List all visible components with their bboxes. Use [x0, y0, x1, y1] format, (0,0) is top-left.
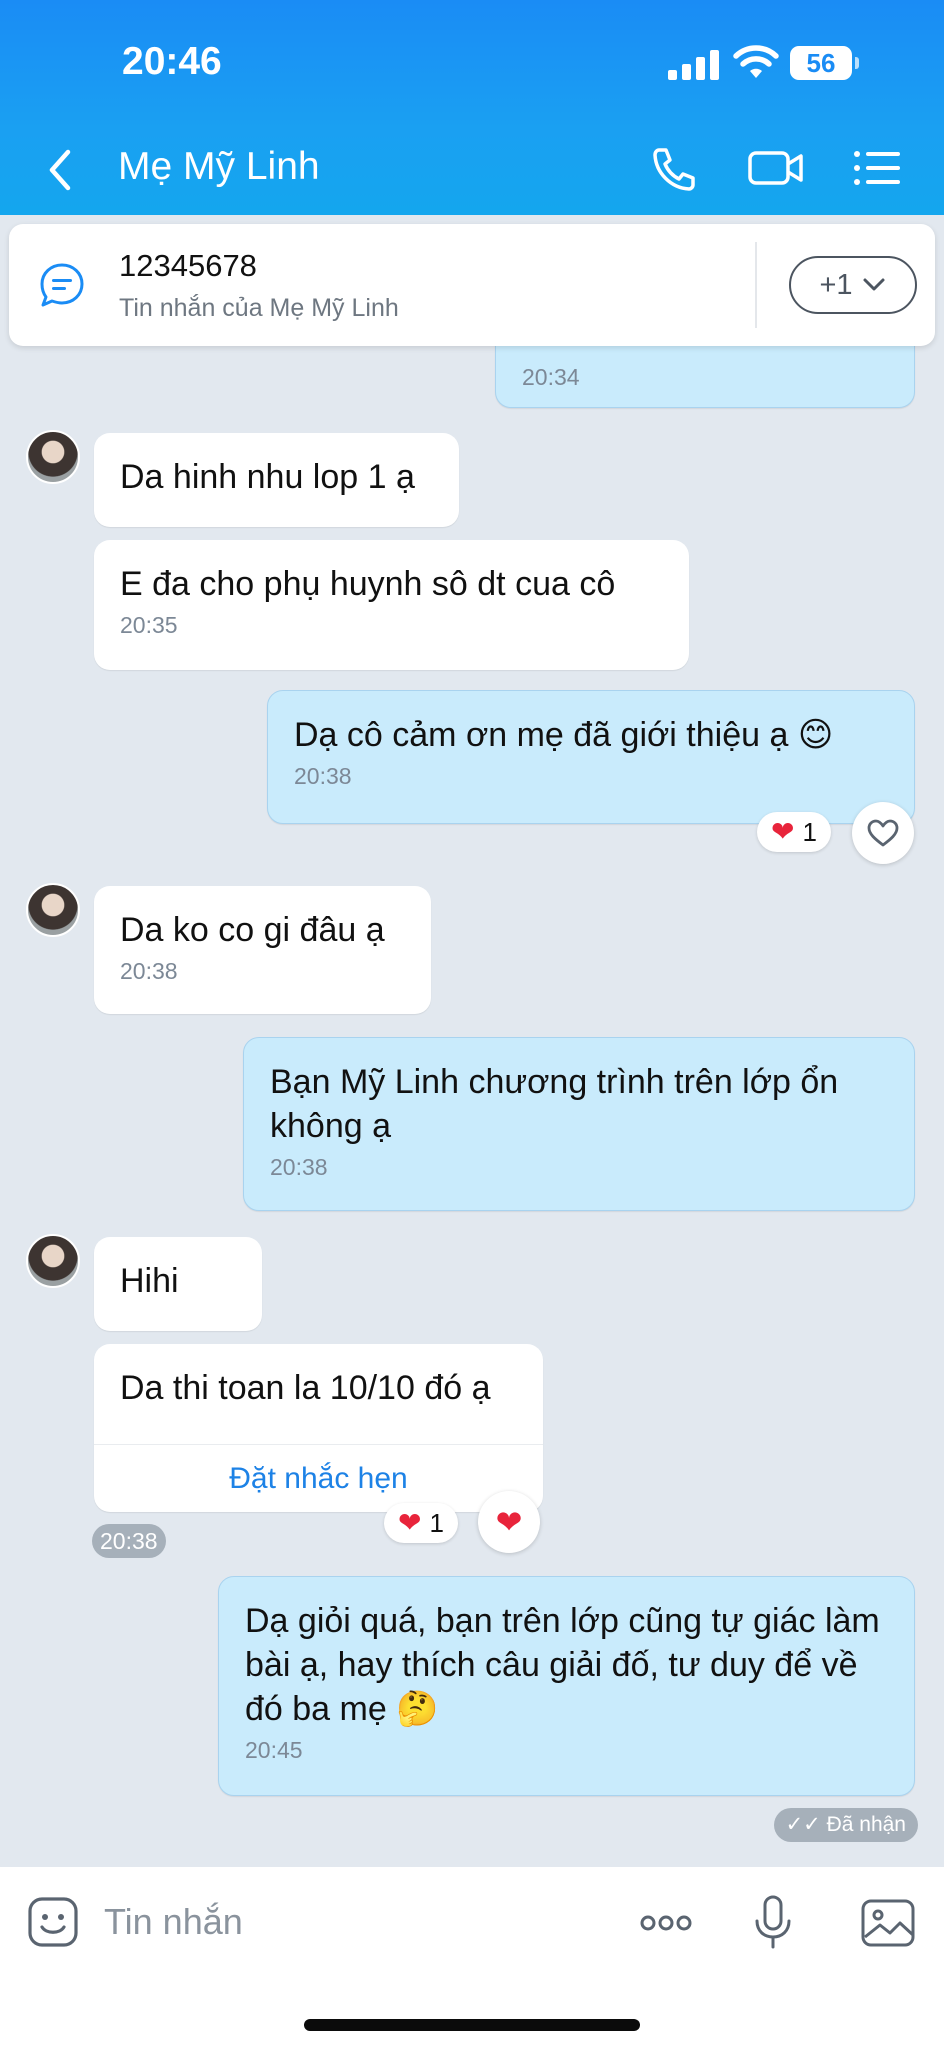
- chevron-down-icon: [863, 278, 885, 291]
- menu-list-icon[interactable]: [848, 140, 908, 196]
- message-bubble-incoming[interactable]: Da hinh nhu lop 1 ạ: [94, 433, 459, 527]
- avatar[interactable]: [26, 430, 80, 484]
- message-text: Bạn Mỹ Linh chương trình trên lớp ổn khô…: [270, 1063, 839, 1145]
- message-input[interactable]: [104, 1891, 604, 1953]
- react-button[interactable]: [852, 802, 914, 864]
- delivery-status-label: Đã nhận: [826, 1813, 906, 1836]
- message-bubble-outgoing[interactable]: Bạn Mỹ Linh chương trình trên lớp ổn khô…: [243, 1037, 915, 1211]
- message-bubble-incoming[interactable]: Hihi: [94, 1237, 262, 1331]
- message-bubble-outgoing[interactable]: Dạ giỏi quá, bạn trên lớp cũng tự giác l…: [218, 1576, 915, 1796]
- status-time: 20:46: [122, 40, 222, 83]
- microphone-icon[interactable]: [743, 1893, 803, 1953]
- avatar[interactable]: [26, 1234, 80, 1288]
- message-time: 20:34: [522, 364, 580, 390]
- avatar[interactable]: [26, 883, 80, 937]
- sticker-emoji-icon[interactable]: [26, 1895, 80, 1949]
- pinned-subtitle: Tin nhắn của Mẹ Mỹ Linh: [119, 294, 399, 322]
- more-options-icon[interactable]: [636, 1893, 696, 1953]
- delivery-status: ✓✓ Đã nhận: [773, 1808, 918, 1842]
- set-reminder-button[interactable]: Đặt nhắc hẹn: [94, 1444, 543, 1512]
- image-gallery-icon[interactable]: [858, 1893, 918, 1953]
- message-text: Dạ giỏi quá, bạn trên lớp cũng tự giác l…: [245, 1602, 880, 1728]
- heart-outline-icon: [867, 819, 899, 847]
- pinned-more-button[interactable]: +1: [789, 256, 917, 314]
- react-button[interactable]: ❤: [478, 1491, 540, 1553]
- message-text: E đa cho phụ huynh sô dt cua cô: [120, 565, 616, 603]
- message-bubble-incoming[interactable]: E đa cho phụ huynh sô dt cua cô 20:35: [94, 540, 689, 670]
- reaction-count: 1: [429, 1507, 444, 1538]
- chat-header: 20:46 56 Mẹ Mỹ Linh: [0, 0, 944, 215]
- wifi-icon: [733, 45, 779, 78]
- pinned-message-card[interactable]: 12345678 Tin nhắn của Mẹ Mỹ Linh +1: [9, 224, 935, 346]
- message-bubble-incoming[interactable]: Da ko co gi đâu ạ 20:38: [94, 886, 431, 1014]
- message-bubble-outgoing[interactable]: Dạ cô cảm ơn mẹ đã giới thiệu ạ 😊 20:38: [267, 690, 915, 824]
- message-time: 20:38: [270, 1154, 328, 1180]
- heart-icon: ❤: [495, 1504, 523, 1540]
- heart-icon: ❤: [771, 816, 795, 847]
- divider: [755, 242, 757, 328]
- pinned-more-label: +1: [819, 268, 853, 301]
- chat-title[interactable]: Mẹ Mỹ Linh: [118, 145, 320, 189]
- message-text: Da thi toan la 10/10 đó ạ: [120, 1369, 491, 1407]
- message-text: Da hinh nhu lop 1 ạ: [120, 458, 415, 496]
- cellular-signal-icon: [668, 50, 720, 80]
- heart-icon: ❤: [398, 1507, 422, 1538]
- home-indicator: [304, 2019, 640, 2031]
- message-time: 20:35: [120, 612, 178, 638]
- reaction-summary[interactable]: ❤ 1: [384, 1503, 458, 1543]
- chat-bubble-icon: [40, 263, 84, 307]
- reaction-count: 1: [802, 816, 817, 847]
- video-call-icon[interactable]: [746, 140, 806, 196]
- message-text: Hihi: [120, 1262, 179, 1300]
- reaction-summary[interactable]: ❤ 1: [757, 812, 831, 852]
- message-text: Dạ cô cảm ơn mẹ đã giới thiệu ạ 😊: [294, 716, 834, 754]
- message-text: Da ko co gi đâu ạ: [120, 911, 385, 949]
- message-time: 20:38: [294, 763, 352, 789]
- phone-call-icon[interactable]: [644, 140, 704, 196]
- message-time: 20:45: [245, 1737, 303, 1763]
- back-button[interactable]: [40, 140, 80, 200]
- message-time: 20:38: [92, 1524, 166, 1558]
- pinned-title: 12345678: [119, 248, 257, 283]
- message-composer: [0, 1867, 944, 2048]
- message-time: 20:38: [120, 958, 178, 984]
- battery-indicator: 56: [790, 46, 859, 80]
